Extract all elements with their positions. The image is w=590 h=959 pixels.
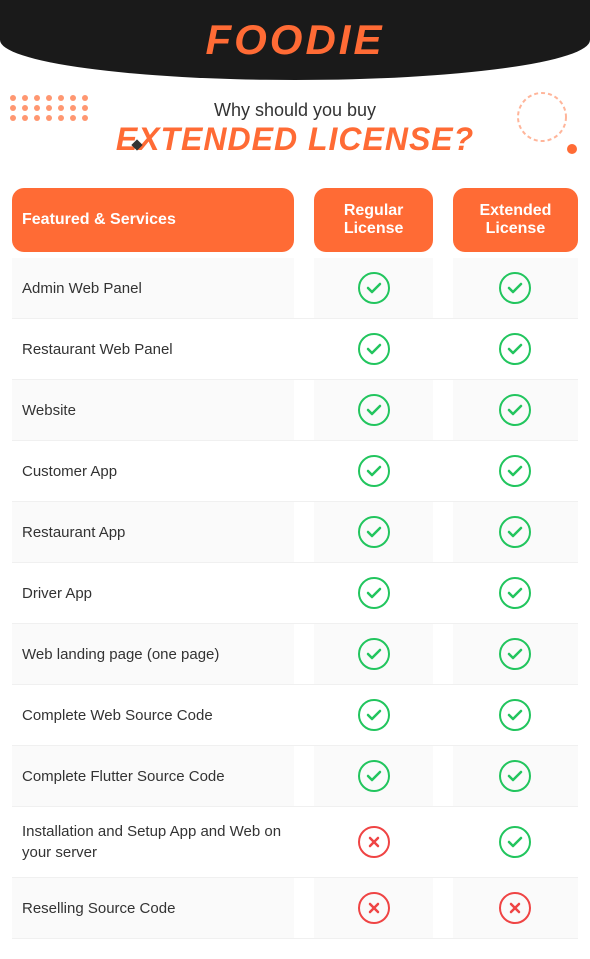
check-icon — [358, 516, 390, 548]
comparison-table-container: Featured & Services Regular License Exte… — [0, 188, 590, 959]
table-row: Website — [12, 380, 578, 441]
check-icon — [358, 577, 390, 609]
regular-check-cell — [314, 502, 433, 563]
feature-cell: Restaurant Web Panel — [12, 319, 294, 380]
col-header-regular: Regular License — [314, 188, 433, 252]
regular-check-cell — [314, 624, 433, 685]
table-row: Admin Web Panel — [12, 258, 578, 319]
regular-check-cell — [314, 807, 433, 878]
extended-check-cell — [453, 319, 578, 380]
regular-check-cell — [314, 685, 433, 746]
table-row: Complete Flutter Source Code — [12, 746, 578, 807]
feature-cell: Admin Web Panel — [12, 258, 294, 319]
check-icon — [499, 577, 531, 609]
cross-icon — [358, 892, 390, 924]
extended-check-cell — [453, 380, 578, 441]
check-icon — [499, 516, 531, 548]
table-row: Installation and Setup App and Web on yo… — [12, 807, 578, 878]
decorative-diamond — [130, 138, 144, 157]
table-header-row: Featured & Services Regular License Exte… — [12, 188, 578, 252]
extended-check-cell — [453, 502, 578, 563]
col-header-features: Featured & Services — [12, 188, 294, 252]
feature-cell: Web landing page (one page) — [12, 624, 294, 685]
table-row: Customer App — [12, 441, 578, 502]
table-row: Web landing page (one page) — [12, 624, 578, 685]
feature-cell: Customer App — [12, 441, 294, 502]
feature-cell: Driver App — [12, 563, 294, 624]
check-icon — [499, 455, 531, 487]
cross-icon — [499, 892, 531, 924]
app-title: FOODIE — [205, 16, 384, 64]
regular-check-cell — [314, 746, 433, 807]
regular-check-cell — [314, 563, 433, 624]
extended-check-cell — [453, 441, 578, 502]
check-icon — [358, 760, 390, 792]
feature-cell: Website — [12, 380, 294, 441]
regular-check-cell — [314, 319, 433, 380]
check-icon — [358, 455, 390, 487]
decorative-circle — [515, 90, 570, 150]
license-heading: EXTENDED LICENSE? — [10, 121, 580, 158]
check-icon — [358, 272, 390, 304]
feature-cell: Installation and Setup App and Web on yo… — [12, 807, 294, 878]
check-icon — [358, 333, 390, 365]
extended-check-cell — [453, 624, 578, 685]
decorative-dots — [10, 95, 80, 135]
check-icon — [499, 699, 531, 731]
table-row: Restaurant App — [12, 502, 578, 563]
table-row: Complete Web Source Code — [12, 685, 578, 746]
check-icon — [499, 333, 531, 365]
extended-check-cell — [453, 563, 578, 624]
extended-check-cell — [453, 746, 578, 807]
check-icon — [499, 760, 531, 792]
check-icon — [358, 699, 390, 731]
check-icon — [358, 638, 390, 670]
decorative-dot-bottom — [566, 142, 578, 160]
regular-check-cell — [314, 380, 433, 441]
feature-cell: Restaurant App — [12, 502, 294, 563]
check-icon — [499, 394, 531, 426]
check-icon — [499, 826, 531, 858]
table-row: Restaurant Web Panel — [12, 319, 578, 380]
feature-cell: Complete Web Source Code — [12, 685, 294, 746]
extended-check-cell — [453, 807, 578, 878]
comparison-table: Featured & Services Regular License Exte… — [12, 188, 578, 939]
regular-check-cell — [314, 258, 433, 319]
table-row: Driver App — [12, 563, 578, 624]
why-text: Why should you buy — [10, 100, 580, 121]
cross-icon — [358, 826, 390, 858]
check-icon — [499, 638, 531, 670]
regular-check-cell — [314, 441, 433, 502]
check-icon — [358, 394, 390, 426]
col-header-extended: Extended License — [453, 188, 578, 252]
check-icon — [499, 272, 531, 304]
extended-check-cell — [453, 258, 578, 319]
feature-cell: Complete Flutter Source Code — [12, 746, 294, 807]
extended-check-cell — [453, 685, 578, 746]
